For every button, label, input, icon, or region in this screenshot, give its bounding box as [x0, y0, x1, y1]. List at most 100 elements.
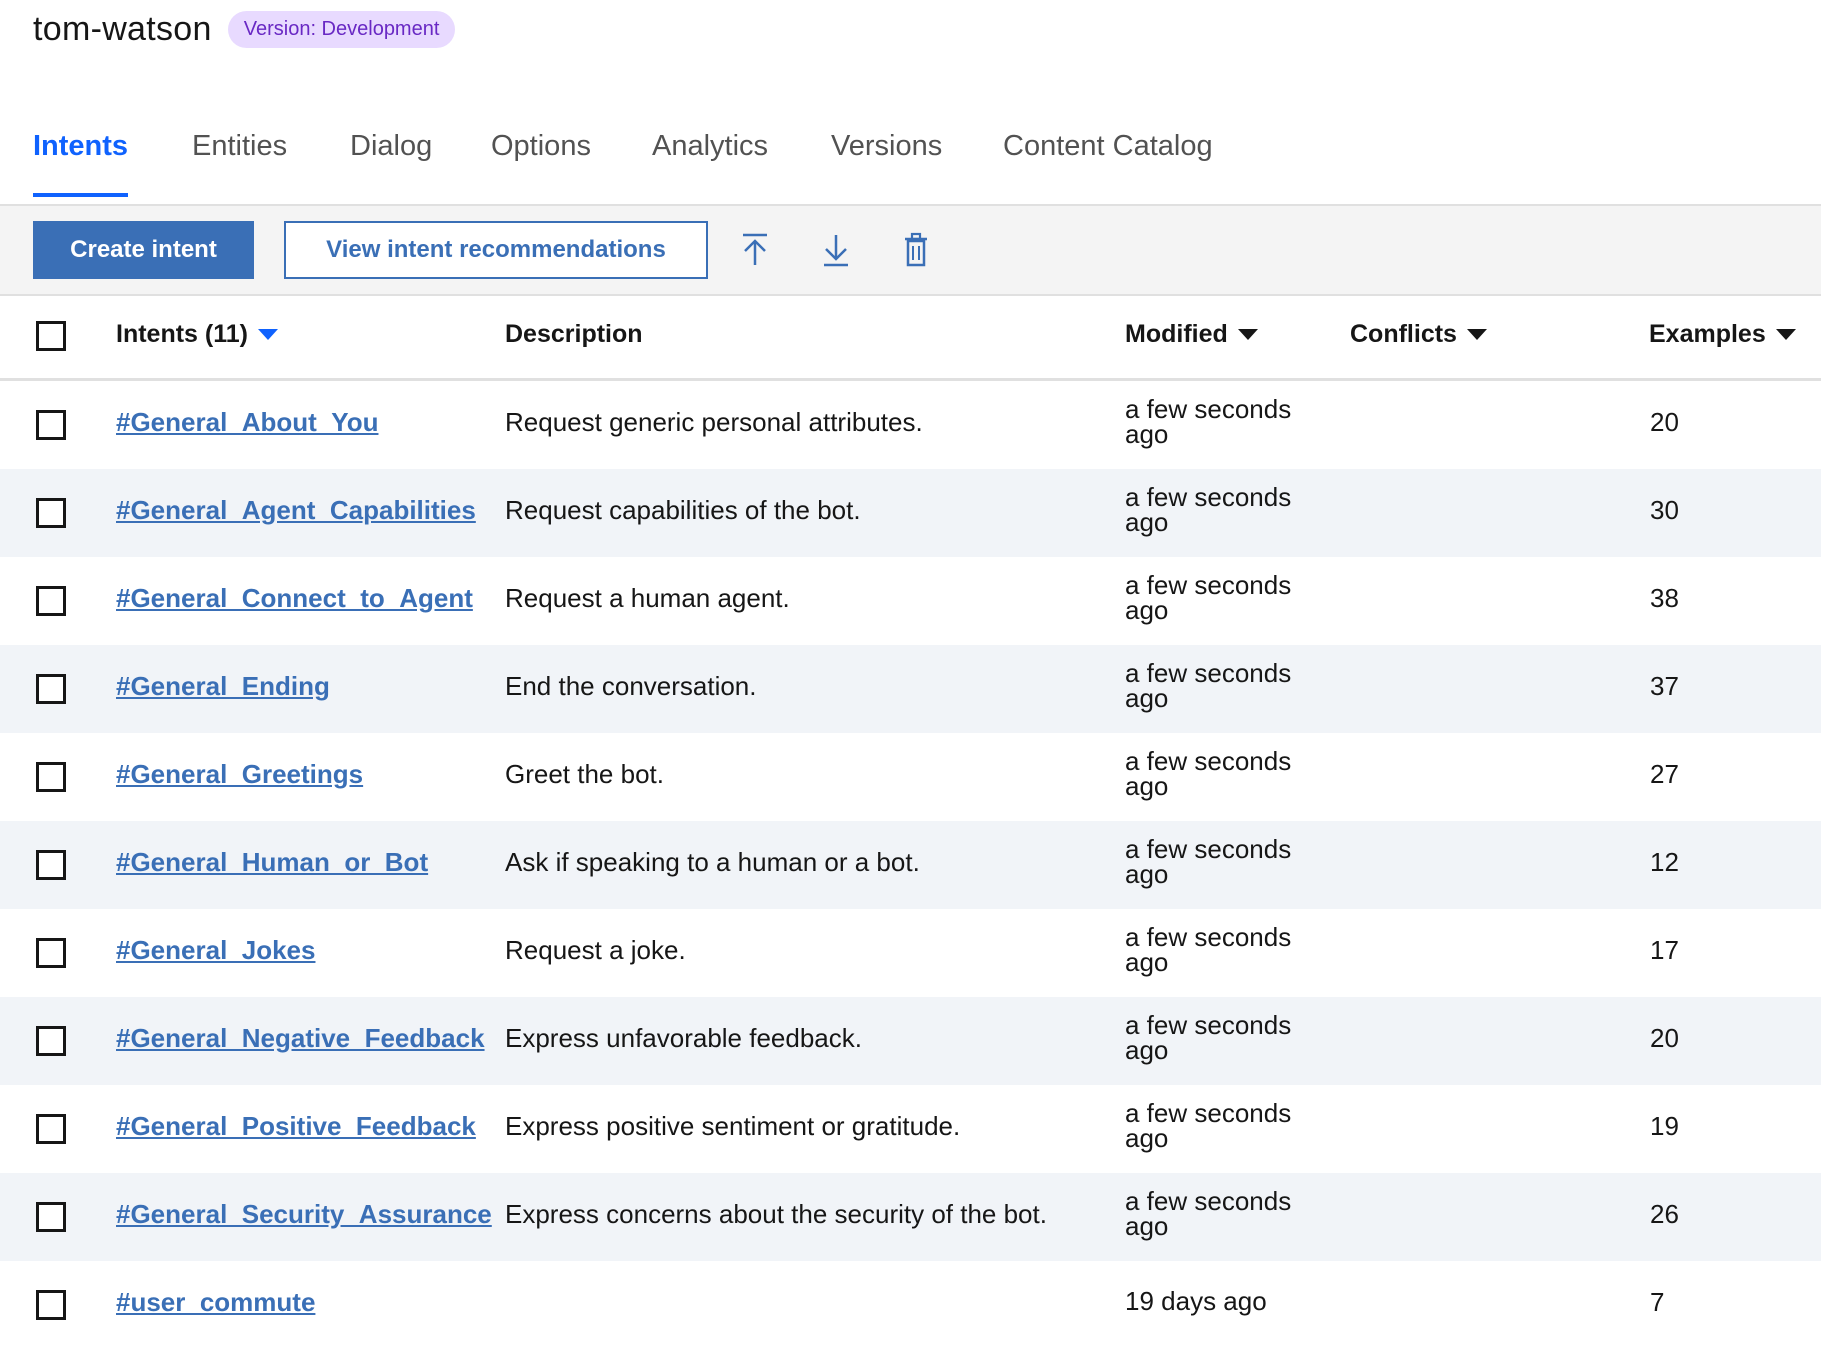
- intent-examples-count: 17: [1650, 935, 1679, 965]
- table-row: #General_Human_or_Bot Ask if speaking to…: [0, 821, 1821, 909]
- intent-examples-count: 7: [1650, 1287, 1665, 1317]
- column-header-examples-label: Examples: [1649, 320, 1766, 348]
- intent-link[interactable]: #General_Greetings: [116, 759, 363, 790]
- column-header-modified[interactable]: Modified: [1125, 320, 1258, 349]
- intent-examples-count: 27: [1650, 759, 1679, 789]
- intent-link[interactable]: #user_commute: [116, 1287, 315, 1318]
- intents-table-body: #General_About_You Request generic perso…: [0, 381, 1821, 1349]
- column-header-description: Description: [505, 320, 643, 349]
- table-row: #General_Negative_Feedback Express unfav…: [0, 997, 1821, 1085]
- intent-description: Request capabilities of the bot.: [505, 495, 861, 525]
- intent-examples-count: 20: [1650, 1023, 1679, 1053]
- row-checkbox[interactable]: [36, 1202, 66, 1232]
- download-icon[interactable]: [819, 232, 853, 268]
- toolbar: Create intent View intent recommendation…: [0, 206, 1821, 297]
- sort-caret-icon: [1466, 329, 1487, 340]
- table-row: #General_Greetings Greet the bot. a few …: [0, 733, 1821, 821]
- intent-modified: 19 days ago: [1125, 1286, 1267, 1316]
- intent-modified: a few seconds ago: [1125, 1010, 1292, 1065]
- intent-modified: a few seconds ago: [1125, 570, 1292, 625]
- trash-icon[interactable]: [899, 232, 933, 268]
- intent-examples-count: 20: [1650, 407, 1679, 437]
- intent-link[interactable]: #General_Connect_to_Agent: [116, 583, 473, 614]
- tab-dialog[interactable]: Dialog: [350, 130, 432, 193]
- intent-link[interactable]: #General_Ending: [116, 671, 330, 702]
- table-row: #General_Connect_to_Agent Request a huma…: [0, 557, 1821, 645]
- sort-caret-icon: [1775, 329, 1796, 340]
- intent-examples-count: 26: [1650, 1199, 1679, 1229]
- intent-link[interactable]: #General_Negative_Feedback: [116, 1023, 485, 1054]
- tab-intents[interactable]: Intents: [33, 130, 129, 197]
- tab-bar: Intents Entities Dialog Options Analytic…: [0, 112, 1821, 206]
- intent-description: Greet the bot.: [505, 759, 664, 789]
- intent-description: End the conversation.: [505, 671, 757, 701]
- tab-versions[interactable]: Versions: [831, 130, 942, 193]
- intent-link[interactable]: #General_Agent_Capabilities: [116, 495, 476, 526]
- column-header-conflicts[interactable]: Conflicts: [1350, 320, 1487, 349]
- row-checkbox[interactable]: [36, 1114, 66, 1144]
- row-checkbox[interactable]: [36, 850, 66, 880]
- upload-icon[interactable]: [738, 232, 772, 268]
- intent-link[interactable]: #General_Security_Assurance: [116, 1199, 492, 1230]
- select-all-checkbox[interactable]: [36, 321, 66, 351]
- workspace-title: tom-watson: [33, 9, 212, 48]
- intent-description: Ask if speaking to a human or a bot.: [505, 847, 920, 877]
- table-row: #General_Agent_Capabilities Request capa…: [0, 469, 1821, 557]
- intent-modified: a few seconds ago: [1125, 482, 1292, 537]
- intent-description: Express unfavorable feedback.: [505, 1023, 862, 1053]
- intent-examples-count: 37: [1650, 671, 1679, 701]
- intent-examples-count: 38: [1650, 583, 1679, 613]
- tab-content-catalog[interactable]: Content Catalog: [1003, 130, 1213, 193]
- view-recommendations-button[interactable]: View intent recommendations: [284, 221, 708, 279]
- column-header-modified-label: Modified: [1125, 320, 1228, 348]
- table-header: Intents (11) Description Modified Confli…: [0, 296, 1821, 381]
- tab-analytics[interactable]: Analytics: [652, 130, 768, 193]
- tab-options[interactable]: Options: [491, 130, 591, 193]
- intent-modified: a few seconds ago: [1125, 1186, 1292, 1241]
- intent-link[interactable]: #General_Positive_Feedback: [116, 1111, 476, 1142]
- intent-examples-count: 12: [1650, 847, 1679, 877]
- intent-modified: a few seconds ago: [1125, 1098, 1292, 1153]
- version-badge[interactable]: Version: Development: [227, 10, 456, 48]
- table-row: #user_commute 19 days ago 7: [0, 1261, 1821, 1349]
- intent-description: Express positive sentiment or gratitude.: [505, 1111, 961, 1141]
- intent-examples-count: 30: [1650, 495, 1679, 525]
- table-row: #General_About_You Request generic perso…: [0, 381, 1821, 469]
- column-header-description-label: Description: [505, 320, 643, 348]
- column-header-examples[interactable]: Examples: [1649, 320, 1796, 349]
- row-checkbox[interactable]: [36, 1290, 66, 1320]
- intent-modified: a few seconds ago: [1125, 922, 1292, 977]
- intent-link[interactable]: #General_About_You: [116, 407, 378, 438]
- intent-link[interactable]: #General_Human_or_Bot: [116, 847, 428, 878]
- table-row: #General_Jokes Request a joke. a few sec…: [0, 909, 1821, 997]
- intent-modified: a few seconds ago: [1125, 394, 1292, 449]
- tab-entities[interactable]: Entities: [192, 130, 287, 193]
- sort-caret-icon: [257, 329, 278, 340]
- intent-modified: a few seconds ago: [1125, 658, 1292, 713]
- create-intent-button[interactable]: Create intent: [33, 221, 254, 279]
- sort-caret-icon: [1237, 329, 1258, 340]
- column-header-intents[interactable]: Intents (11): [116, 320, 278, 349]
- page-header: tom-watson Version: Development: [33, 4, 456, 54]
- column-header-conflicts-label: Conflicts: [1350, 320, 1457, 348]
- intent-description: Request generic personal attributes.: [505, 407, 923, 437]
- intent-description: Request a human agent.: [505, 583, 790, 613]
- page: tom-watson Version: Development Intents …: [0, 0, 1821, 1350]
- intent-link[interactable]: #General_Jokes: [116, 935, 315, 966]
- table-row: #General_Positive_Feedback Express posit…: [0, 1085, 1821, 1173]
- row-checkbox[interactable]: [36, 586, 66, 616]
- intent-modified: a few seconds ago: [1125, 746, 1292, 801]
- intent-description: Request a joke.: [505, 935, 686, 965]
- row-checkbox[interactable]: [36, 498, 66, 528]
- table-row: #General_Ending End the conversation. a …: [0, 645, 1821, 733]
- intent-examples-count: 19: [1650, 1111, 1679, 1141]
- row-checkbox[interactable]: [36, 762, 66, 792]
- intent-description: Express concerns about the security of t…: [505, 1199, 1047, 1229]
- table-row: #General_Security_Assurance Express conc…: [0, 1173, 1821, 1261]
- row-checkbox[interactable]: [36, 1026, 66, 1056]
- column-header-intents-label: Intents (11): [116, 320, 248, 348]
- row-checkbox[interactable]: [36, 674, 66, 704]
- row-checkbox[interactable]: [36, 938, 66, 968]
- intent-modified: a few seconds ago: [1125, 834, 1292, 889]
- row-checkbox[interactable]: [36, 410, 66, 440]
